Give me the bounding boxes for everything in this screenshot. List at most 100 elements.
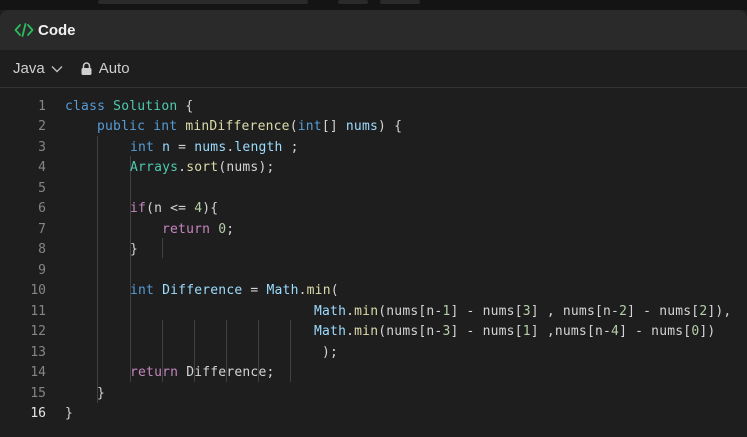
token: min [354, 303, 379, 319]
token: } [130, 242, 139, 258]
token: int [130, 139, 155, 155]
code-line: 11 Math.min(nums[n-1] - nums[3] , nums[n… [0, 301, 747, 322]
code-text: class Solution { [65, 99, 193, 114]
token: { [177, 98, 194, 114]
auto-mode-indicator[interactable]: Auto [81, 60, 130, 77]
token: Math [314, 303, 347, 319]
window-top-strip [0, 0, 747, 10]
token: int [297, 119, 322, 135]
code-editor[interactable]: 1 class Solution { 2 public int minDiffe… [0, 96, 747, 437]
code-line: 16 } [0, 404, 747, 425]
code-brackets-icon [14, 21, 34, 39]
code-text: } [130, 242, 138, 257]
line-number: 9 [38, 262, 46, 278]
token: n [162, 139, 171, 155]
code-text: Arrays.sort(nums); [130, 160, 275, 175]
token: if [130, 201, 147, 217]
token: min [354, 324, 379, 340]
code-line: 4 Arrays.sort(nums); [0, 158, 747, 179]
code-text: int Difference = Math.min( [130, 283, 339, 298]
token: return [130, 365, 179, 381]
token: ] - nums[ [619, 324, 692, 340]
code-line: 5 [0, 178, 747, 199]
token: 3 [522, 303, 531, 319]
token: nums [194, 139, 227, 155]
token: ] , nums[n- [530, 303, 620, 319]
token: . [346, 303, 355, 319]
line-number: 2 [38, 119, 46, 135]
line-number: 8 [38, 242, 46, 258]
code-line: 2 public int minDifference(int[] nums) { [0, 117, 747, 138]
code-line: 8 } [0, 240, 747, 261]
token: ]), [707, 303, 732, 319]
line-number: 3 [38, 139, 46, 155]
token: 1 [522, 324, 531, 340]
token: ] - nums[ [450, 303, 523, 319]
token: length [234, 139, 283, 155]
code-panel: Code Java Auto 1 class Solution {2 publ… [0, 10, 747, 437]
code-line: 12 Math.min(nums[n-3] - nums[1] ,nums[n-… [0, 322, 747, 343]
code-text: } [97, 386, 105, 401]
token: ] ,nums[n- [530, 324, 612, 340]
token: nums [345, 119, 379, 135]
token: } [65, 406, 74, 422]
chevron-down-icon [51, 65, 63, 73]
token: = [170, 139, 195, 155]
token: 4 [611, 324, 620, 340]
token: ] - nums[ [450, 324, 523, 340]
token: . [346, 324, 355, 340]
code-text: ); [322, 345, 338, 360]
language-label: Java [13, 60, 45, 77]
line-number: 13 [30, 344, 46, 360]
code-line: 3 int n = nums.length ; [0, 137, 747, 158]
token: ( [330, 283, 339, 299]
token: Math [266, 283, 299, 299]
code-text: Math.min(nums[n-1] - nums[3] , nums[n-2]… [314, 304, 731, 319]
line-number: 7 [38, 221, 46, 237]
line-number: 11 [30, 303, 46, 319]
tab-strip-hint [98, 0, 308, 4]
line-number: 1 [38, 98, 46, 114]
line-number: 6 [38, 201, 46, 217]
line-number: 10 [30, 283, 46, 299]
token: . [178, 160, 187, 176]
token: ) { [378, 119, 403, 135]
token: Math [314, 324, 347, 340]
panel-title: Code [38, 21, 76, 39]
code-text: return Difference; [130, 365, 275, 380]
token: ] - nums[ [627, 303, 700, 319]
code-text: int n = nums.length ; [130, 140, 299, 155]
code-line: 7 return 0; [0, 219, 747, 240]
language-select[interactable]: Java [13, 60, 63, 77]
code-line: 10 int Difference = Math.min( [0, 281, 747, 302]
token: (nums); [218, 160, 275, 176]
tab-strip-hint [338, 0, 368, 4]
code-text: return 0; [162, 222, 234, 237]
token: int [130, 283, 155, 299]
code-text: Math.min(nums[n-3] - nums[1] ,nums[n-4] … [314, 324, 715, 339]
token: (n <= [146, 201, 195, 217]
line-number: 14 [30, 365, 46, 381]
token: ){ [202, 201, 219, 217]
token: Difference [162, 283, 243, 299]
token: min [306, 283, 331, 299]
code-line: 9 [0, 260, 747, 281]
token: } [97, 385, 106, 401]
token: Arrays [130, 160, 179, 176]
code-line: 6 if(n <= 4){ [0, 199, 747, 220]
token: int [153, 119, 178, 135]
code-text: } [65, 406, 73, 421]
token: ]) [699, 324, 716, 340]
lock-icon [81, 62, 92, 75]
editor-toolbar: Java Auto [0, 50, 747, 88]
line-number: 15 [30, 385, 46, 401]
line-number: 4 [38, 160, 46, 176]
panel-header: Code [0, 10, 747, 50]
token: return [162, 221, 211, 237]
code-line: 15 } [0, 383, 747, 404]
